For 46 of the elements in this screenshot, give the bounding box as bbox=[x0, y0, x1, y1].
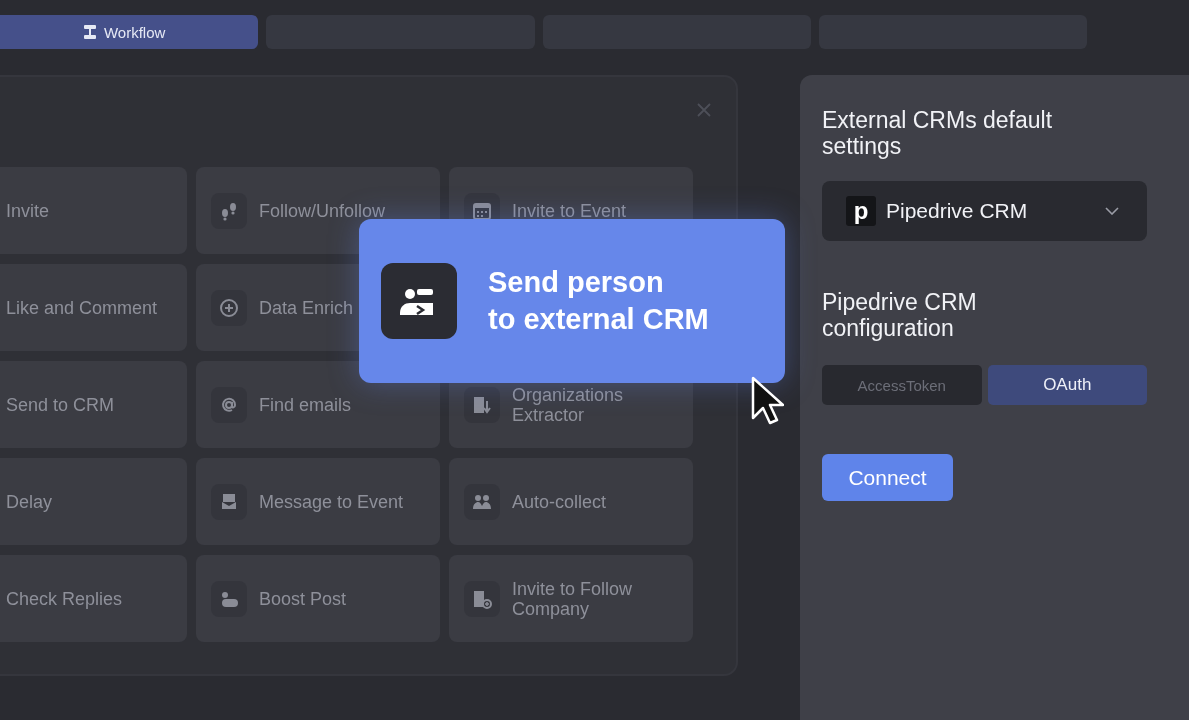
action-tile[interactable]: Auto-collect bbox=[449, 458, 693, 545]
dragged-action-title: Send person to external CRM bbox=[488, 265, 709, 337]
action-label: Like and Comment bbox=[6, 297, 158, 318]
auth-option[interactable]: AccessToken bbox=[822, 365, 982, 405]
action-label: Boost Post bbox=[259, 588, 347, 609]
settings-title: External CRMs default settings bbox=[822, 107, 1054, 159]
dragged-action-tooltip[interactable]: Send person to external CRM bbox=[359, 219, 785, 383]
action-label: Invite to Follow Company bbox=[512, 578, 634, 619]
crm-select[interactable]: p Pipedrive CRM bbox=[822, 181, 1147, 241]
action-label: Follow/Unfollow bbox=[259, 200, 386, 221]
person-card-icon bbox=[381, 263, 457, 339]
action-label: Delay bbox=[6, 491, 53, 512]
close-icon[interactable] bbox=[696, 102, 712, 118]
people-icon bbox=[464, 483, 500, 520]
connect-button[interactable]: Connect bbox=[822, 454, 953, 501]
action-label: Check Replies bbox=[6, 588, 123, 609]
action-label: Organizations Extractor bbox=[512, 384, 625, 425]
action-tile[interactable]: Boost Post bbox=[196, 555, 440, 642]
tab[interactable]: Workflow bbox=[0, 15, 259, 49]
action-tile[interactable]: Invite to Follow Company bbox=[449, 555, 693, 642]
action-tile[interactable]: Like and Comment bbox=[0, 264, 187, 351]
pipedrive-logo: p bbox=[846, 196, 876, 226]
action-label: Data Enrich bbox=[259, 297, 354, 318]
person-card-icon bbox=[211, 580, 247, 617]
at-sign-icon bbox=[211, 386, 247, 423]
action-label: Message to Event bbox=[259, 491, 404, 512]
action-label: Invite bbox=[6, 200, 50, 221]
auth-option[interactable]: OAuth bbox=[987, 365, 1147, 405]
action-label: Auto-collect bbox=[512, 491, 607, 512]
cursor-icon bbox=[750, 376, 784, 426]
action-tile[interactable]: Message to Event bbox=[196, 458, 440, 545]
footprints-icon bbox=[211, 192, 247, 229]
workflow-icon bbox=[82, 25, 97, 39]
action-tile[interactable]: Check Replies bbox=[0, 555, 187, 642]
building-plus-icon bbox=[464, 580, 500, 617]
action-tile[interactable]: Find emails bbox=[196, 361, 440, 448]
action-label: Invite to Event bbox=[512, 200, 627, 221]
envelope-icon bbox=[211, 483, 247, 520]
chevron-down-icon bbox=[1105, 207, 1119, 215]
action-tile[interactable]: Send to CRM bbox=[0, 361, 187, 448]
config-title: Pipedrive CRM configuration bbox=[822, 289, 978, 341]
action-label: Find emails bbox=[259, 394, 352, 415]
circle-plus-icon bbox=[211, 289, 247, 326]
action-tile[interactable]: Delay bbox=[0, 458, 187, 545]
action-tile[interactable]: Invite bbox=[0, 167, 187, 254]
action-label: Send to CRM bbox=[6, 394, 115, 415]
